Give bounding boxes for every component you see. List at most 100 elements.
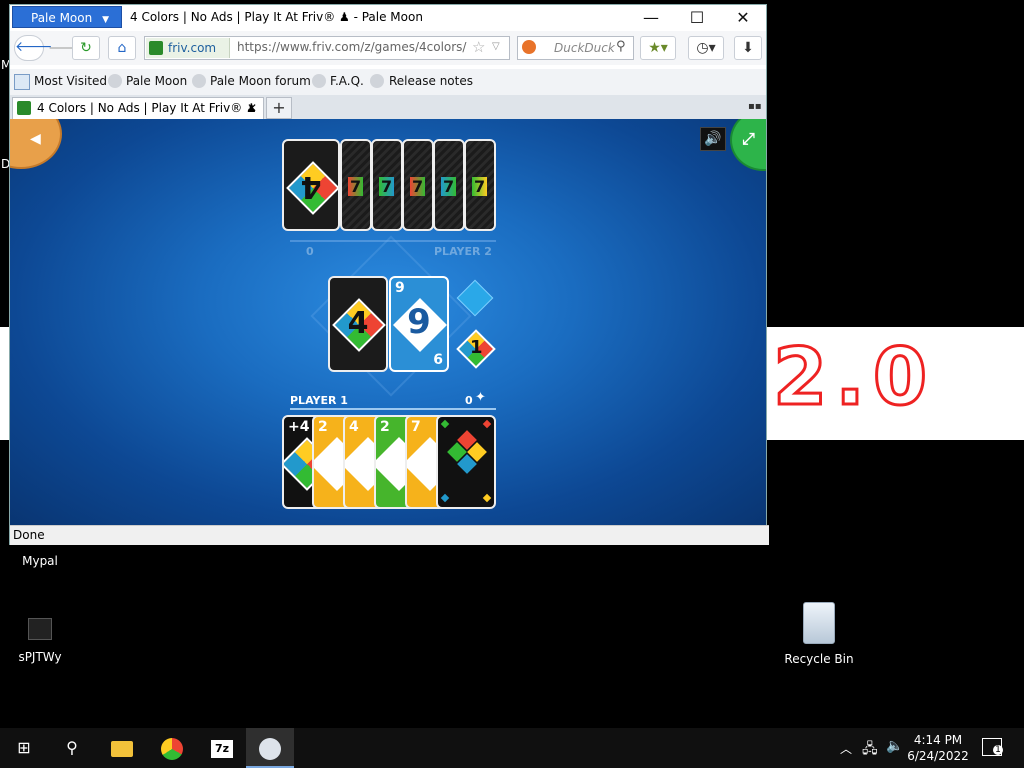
wallpaper-banner: 2.0 xyxy=(767,327,1024,440)
taskbar-7zip[interactable]: 7z xyxy=(198,728,246,768)
current-card-value: 9 xyxy=(407,302,431,342)
reload-button[interactable]: ↻ xyxy=(72,36,100,60)
game-canvas[interactable]: ◀ 🔊 ⤢ 4 7 7 7 7 7 0 PLAYER 2 4 9 9 6 1 P… xyxy=(10,119,766,525)
volume-icon[interactable]: 🔈 xyxy=(886,738,903,754)
pale-moon-icon xyxy=(259,737,281,760)
opponent-card-value: 7 xyxy=(472,177,488,196)
downloads-button[interactable]: ⬇ xyxy=(734,36,762,60)
7zip-icon: 7z xyxy=(211,739,233,758)
opponent-card: 7 xyxy=(464,139,496,231)
wild-corner-red xyxy=(482,419,492,429)
network-icon[interactable]: 🖧 xyxy=(862,738,878,762)
desktop-icon-recycle-bin[interactable]: Recycle Bin xyxy=(779,602,859,666)
tab-4colors[interactable]: 4 Colors | No Ads | Play It At Friv® ♟ ✕ xyxy=(12,97,264,119)
search-button[interactable]: ⚲ xyxy=(48,728,96,768)
windows-logo-icon: ⊞ xyxy=(17,738,31,757)
hand-card-value: 4 xyxy=(349,419,359,435)
speaker-icon: 🔊 xyxy=(704,131,722,147)
pale-moon-globe-icon xyxy=(108,74,122,88)
url-dropdown-icon[interactable]: ▽ xyxy=(492,41,500,52)
opponent-card-value: 7 xyxy=(410,177,426,196)
site-badge-label: friv.com xyxy=(168,41,217,55)
current-card-corner-bottom: 6 xyxy=(433,352,443,368)
search-input[interactable]: DuckDuck xyxy=(554,41,615,55)
most-visited-icon xyxy=(14,74,30,90)
url-text: https://www.friv.com/z/games/4colors/ga xyxy=(237,40,467,54)
maximize-button[interactable]: ☐ xyxy=(674,5,720,31)
back-arrow-icon: 🡐 xyxy=(15,39,53,55)
wild-corner-green xyxy=(440,419,450,429)
search-box[interactable]: DuckDuck ⚲ xyxy=(517,36,634,60)
hand-card-value: +4 xyxy=(288,419,310,435)
taskbar-chrome[interactable] xyxy=(148,728,196,768)
search-engine-icon xyxy=(522,40,536,54)
history-button[interactable]: ◷▾ xyxy=(688,36,724,60)
site-favicon xyxy=(149,41,163,55)
home-button[interactable]: ⌂ xyxy=(108,36,136,60)
spjtwy-label: sPJTWy xyxy=(18,650,62,664)
bookmark-release-notes[interactable]: Release notes xyxy=(389,74,473,88)
new-tab-button[interactable]: + xyxy=(266,97,292,119)
start-button[interactable]: ⊞ xyxy=(0,728,48,768)
clock[interactable]: 4:14 PM 6/24/2022 xyxy=(906,732,970,764)
back-button[interactable]: 🡐 xyxy=(14,35,53,61)
search-icon[interactable]: ⚲ xyxy=(616,39,626,54)
player1-bar xyxy=(290,408,496,410)
file-icon xyxy=(28,618,52,640)
search-icon: ⚲ xyxy=(66,738,78,757)
status-bar: Done xyxy=(10,525,769,545)
bookmarks-menu-button[interactable]: ★▾ xyxy=(640,36,676,60)
notification-center-button[interactable]: 1 xyxy=(982,738,1003,756)
current-card: 9 9 6 xyxy=(389,276,449,372)
opponent-card-top: 4 xyxy=(282,139,340,231)
tab-bar: 4 Colors | No Ads | Play It At Friv® ♟ ✕… xyxy=(10,95,766,119)
bookmark-pale-moon-forum[interactable]: Pale Moon forum xyxy=(210,74,311,88)
star-bookmark-icon[interactable]: ☆ xyxy=(472,38,485,56)
address-bar[interactable]: friv.com https://www.friv.com/z/games/4c… xyxy=(144,36,510,60)
back-triangle-icon: ◀ xyxy=(30,131,41,147)
game-back-button[interactable]: ◀ xyxy=(10,119,62,169)
tab-grid-icon[interactable]: ▪▪ xyxy=(748,101,762,112)
bookmark-pale-moon[interactable]: Pale Moon xyxy=(126,74,187,88)
opponent-card: 7 xyxy=(433,139,465,231)
minimize-button[interactable]: — xyxy=(628,5,674,31)
desktop-icon-spjtwy[interactable]: sPJTWy xyxy=(0,618,80,664)
fullscreen-icon: ⤢ xyxy=(742,129,755,148)
hand-card-value: 7 xyxy=(411,419,421,435)
opponent-card: 7 xyxy=(340,139,372,231)
opponent-card-value: 7 xyxy=(441,177,457,196)
chevron-down-icon: ▼ xyxy=(102,15,109,25)
tab-label: 4 Colors | No Ads | Play It At Friv® ♟ xyxy=(37,101,257,115)
player1-label: PLAYER 1 xyxy=(290,394,348,407)
hand-card-wild[interactable] xyxy=(436,415,496,509)
bookmark-most-visited[interactable]: Most Visited xyxy=(34,74,107,88)
clock-date: 6/24/2022 xyxy=(907,749,969,763)
desktop-icon-mypal[interactable]: Mypal xyxy=(0,548,80,568)
taskbar: ⊞ ⚲ 7z ︿ 🖧 🔈 4:14 PM 6/24/2022 1 xyxy=(0,728,1024,768)
home-icon: ⌂ xyxy=(117,40,127,56)
chrome-icon xyxy=(161,737,183,760)
close-button[interactable]: ✕ xyxy=(720,5,766,31)
site-identity-badge[interactable]: friv.com xyxy=(146,38,230,58)
pale-moon-globe-icon xyxy=(370,74,384,88)
notification-count: 1 xyxy=(993,745,1003,755)
fullscreen-button[interactable]: ⤢ xyxy=(730,119,766,171)
player2-score: 0 xyxy=(306,245,314,258)
show-hidden-icons[interactable]: ︿ xyxy=(840,740,852,757)
discard-card-value: 4 xyxy=(347,306,369,341)
bookmark-faq[interactable]: F.A.Q. xyxy=(330,74,364,88)
opponent-card: 7 xyxy=(371,139,403,231)
browser-window: Pale Moon ▼ 4 Colors | No Ads | Play It … xyxy=(9,4,769,545)
reload-icon: ↻ xyxy=(80,40,92,56)
player2-label: PLAYER 2 xyxy=(434,245,492,258)
taskbar-file-explorer[interactable] xyxy=(98,728,146,768)
navigation-toolbar: 🡐 🡒 ↻ ⌂ friv.com https://www.friv.com/z/… xyxy=(10,31,766,65)
taskbar-pale-moon[interactable] xyxy=(246,728,294,768)
current-card-corner-top: 9 xyxy=(395,280,405,296)
pale-moon-menu-label: Pale Moon xyxy=(31,11,93,25)
tab-close-icon[interactable]: ✕ xyxy=(247,98,257,118)
pale-moon-menu-button[interactable]: Pale Moon ▼ xyxy=(12,6,122,28)
window-title: 4 Colors | No Ads | Play It At Friv® ♟ -… xyxy=(130,10,423,24)
sound-toggle-button[interactable]: 🔊 xyxy=(700,127,726,151)
recycle-bin-icon xyxy=(803,602,835,644)
